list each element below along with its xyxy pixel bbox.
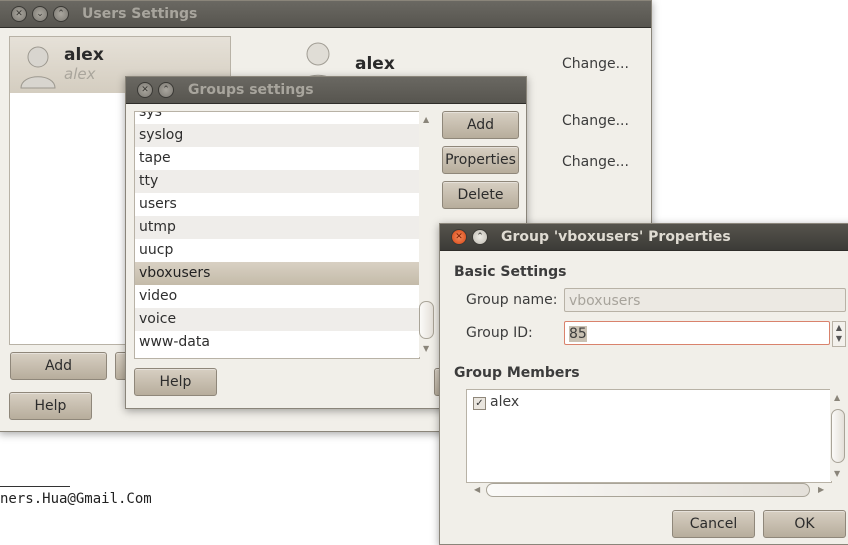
member-checkbox[interactable]: ✓: [473, 397, 486, 410]
scrollbar-thumb[interactable]: [831, 409, 845, 463]
scroll-down-arrow-icon[interactable]: ▼: [423, 344, 429, 353]
scrollbar-thumb[interactable]: [486, 483, 810, 497]
groups-settings-titlebar[interactable]: ✕ ⌃ Groups settings: [126, 77, 526, 104]
group-list-item[interactable]: sys: [135, 112, 419, 124]
minimize-icon[interactable]: ⌃: [158, 82, 174, 98]
group-properties-window: ✕ ⌃ Group 'vboxusers' Properties Basic S…: [439, 223, 848, 545]
group-id-field[interactable]: 85: [564, 321, 830, 345]
help-button[interactable]: Help: [9, 392, 92, 420]
minimize-icon[interactable]: ⌃: [472, 229, 488, 245]
group-list-item[interactable]: www-data: [135, 331, 419, 354]
basic-settings-heading: Basic Settings: [454, 264, 567, 280]
delete-group-button[interactable]: Delete: [442, 181, 519, 209]
group-list-item[interactable]: tape: [135, 147, 419, 170]
group-list-item[interactable]: voice: [135, 308, 419, 331]
user-login: alex: [64, 65, 96, 83]
group-id-value: 85: [569, 326, 587, 342]
maximize-icon[interactable]: ⌃: [53, 6, 69, 22]
users-settings-titlebar[interactable]: ✕ ⌄ ⌃ Users Settings: [0, 1, 651, 28]
group-name-field[interactable]: vboxusers: [564, 288, 846, 312]
change-button[interactable]: Change...: [562, 154, 629, 170]
close-icon[interactable]: ✕: [137, 82, 153, 98]
add-user-button[interactable]: Add: [10, 352, 107, 380]
member-name: alex: [490, 394, 520, 410]
members-vertical-scrollbar[interactable]: ▲ ▼: [830, 389, 846, 481]
group-list-item[interactable]: vboxusers: [135, 262, 419, 285]
minimize-icon[interactable]: ⌄: [32, 6, 48, 22]
window-title: Group 'vboxusers' Properties: [501, 229, 731, 245]
group-list-item[interactable]: syslog: [135, 124, 419, 147]
group-list-item[interactable]: utmp: [135, 216, 419, 239]
window-title: Users Settings: [82, 6, 198, 22]
change-button[interactable]: Change...: [562, 113, 629, 129]
group-id-stepper[interactable]: ▲ ▼: [832, 321, 846, 347]
watermark-rule: [0, 486, 70, 487]
ok-button[interactable]: OK: [763, 510, 846, 538]
add-group-button[interactable]: Add: [442, 111, 519, 139]
scroll-up-arrow-icon[interactable]: ▲: [423, 115, 429, 124]
change-button[interactable]: Change...: [562, 56, 629, 72]
close-icon[interactable]: ✕: [11, 6, 27, 22]
group-list-item[interactable]: tty: [135, 170, 419, 193]
group-members-heading: Group Members: [454, 365, 580, 381]
scroll-right-arrow-icon[interactable]: ▶: [818, 485, 824, 494]
user-name: alex: [64, 45, 104, 65]
group-list-item[interactable]: users: [135, 193, 419, 216]
members-horizontal-scrollbar[interactable]: ◀ ▶: [470, 482, 830, 498]
scroll-down-arrow-icon[interactable]: ▼: [834, 469, 840, 478]
user-avatar-icon: [20, 46, 56, 89]
groups-list[interactable]: sys syslog tape tty users utmp uucp vboxusers vi…: [134, 111, 420, 359]
scroll-left-arrow-icon[interactable]: ◀: [474, 485, 480, 494]
watermark-text: ners.Hua@Gmail.Com: [0, 491, 152, 507]
group-members-list[interactable]: ✓ alex: [466, 389, 832, 483]
window-title: Groups settings: [188, 82, 314, 98]
close-icon[interactable]: ✕: [451, 229, 467, 245]
scroll-up-arrow-icon[interactable]: ▲: [834, 393, 840, 402]
increment-arrow-icon[interactable]: ▲: [833, 322, 845, 333]
group-list-item[interactable]: uucp: [135, 239, 419, 262]
scrollbar-thumb[interactable]: [419, 301, 434, 339]
groups-scrollbar[interactable]: ▲ ▼: [419, 111, 435, 357]
help-button[interactable]: Help: [134, 368, 217, 396]
decrement-arrow-icon[interactable]: ▼: [833, 333, 845, 344]
groups-rows: sys syslog tape tty users utmp uucp vboxusers vi…: [135, 112, 419, 354]
properties-button[interactable]: Properties: [442, 146, 519, 174]
cancel-button[interactable]: Cancel: [672, 510, 755, 538]
group-properties-titlebar[interactable]: ✕ ⌃ Group 'vboxusers' Properties: [440, 224, 848, 251]
detail-user-name: alex: [355, 54, 395, 74]
group-list-item[interactable]: video: [135, 285, 419, 308]
group-name-label: Group name:: [466, 292, 558, 308]
group-id-label: Group ID:: [466, 325, 533, 341]
